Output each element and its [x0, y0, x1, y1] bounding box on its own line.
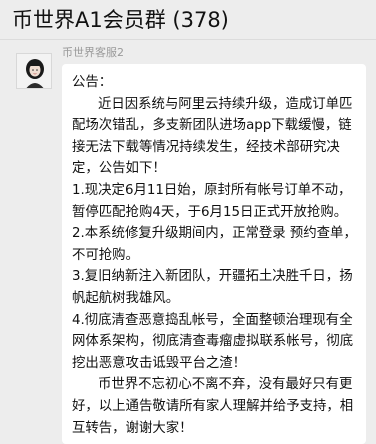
announcement-item: 3.复旧纳新注入新团队，开疆拓土决胜千日，扬帆起航树我雄风。: [72, 269, 353, 306]
chat-area: 币世界客服2 公告： 近日因系统与阿里云持续升级，造成订单匹配场次错乱，多支新团…: [0, 40, 376, 444]
sender-name: 币世界客服2: [62, 46, 124, 59]
chat-header: 币世界A1会员群 (378): [0, 0, 376, 40]
announcement-heading: 公告：: [72, 75, 113, 90]
announcement-item: 2.本系统修复升级期间内，正常登录 预约查单，不可抢购。: [72, 226, 357, 263]
sender-avatar[interactable]: [16, 53, 52, 89]
girl-avatar-icon: [17, 54, 51, 88]
announcement-item: 1.现决定6月11日始，原封所有帐号订单不动，暂停匹配抢购4天，于6月15日正式…: [72, 182, 352, 220]
announcement-closing: 币世界不忘初心不离不弃，没有最好只有更好，以上通告敬请所有家人理解并给予支持，相…: [72, 377, 354, 436]
announcement-paragraph: 近日因系统与阿里云持续升级，造成订单匹配场次错乱，多支新团队进场app下载缓慢，…: [72, 96, 353, 177]
group-title[interactable]: 币世界A1会员群 (378): [12, 6, 229, 34]
announcement-text: 公告： 近日因系统与阿里云持续升级，造成订单匹配场次错乱，多支新团队进场app下…: [72, 72, 360, 439]
announcement-item: 4.彻底清查恶意捣乱帐号，全面整顿治理现有全网体系架构，彻底清查毒瘤虚拟联系帐号…: [72, 312, 354, 371]
message-bubble[interactable]: 公告： 近日因系统与阿里云持续升级，造成订单匹配场次错乱，多支新团队进场app下…: [62, 64, 366, 444]
